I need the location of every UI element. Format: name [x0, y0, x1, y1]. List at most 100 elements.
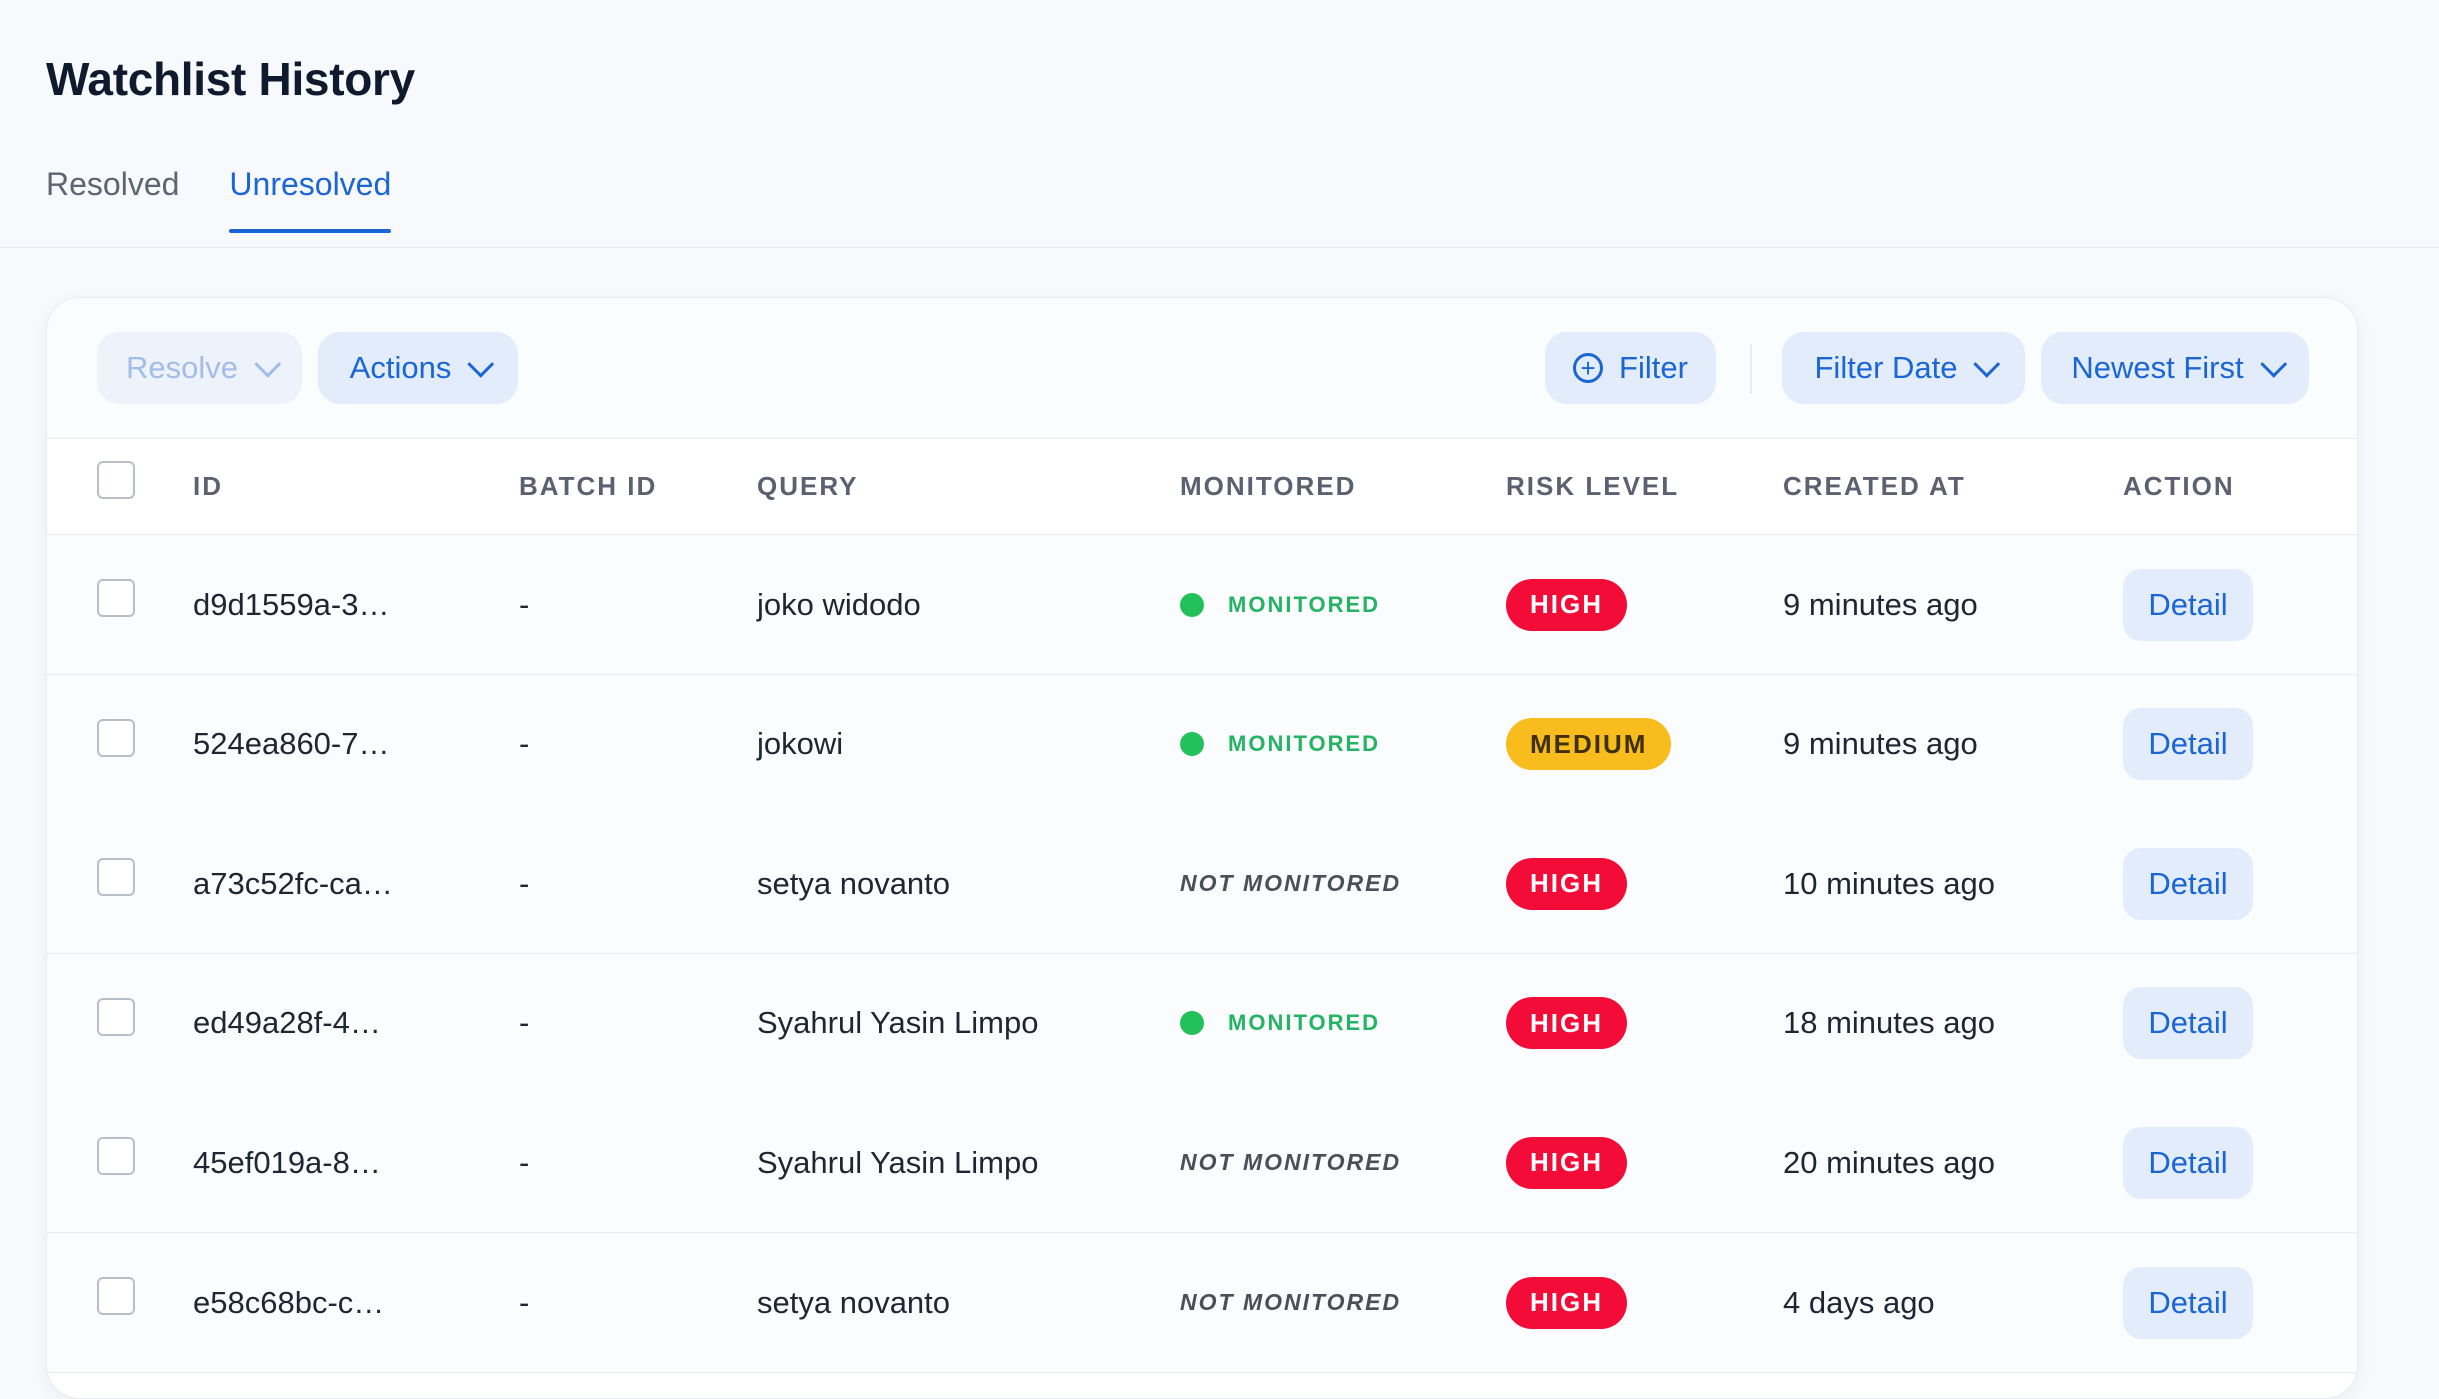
monitored-label: MONITORED [1228, 731, 1381, 757]
risk-level-badge: HIGH [1506, 1276, 1627, 1329]
risk-level-cell: HIGH [1506, 1093, 1627, 1232]
row-created-at: 18 minutes ago [1783, 1005, 1995, 1041]
risk-level-cell: MEDIUM [1506, 675, 1672, 814]
table-row: a73c52fc-ca… - setya novanto NOT MONITORED H… [47, 814, 2357, 955]
table-row: 524ea860-7… - jokowi MONITORED MEDIUM 9 minut… [47, 674, 2357, 815]
table-row: 45ef019a-8… - Syahrul Yasin Limpo NOT MONIT… [47, 1093, 2357, 1234]
row-batch-id: - [519, 1005, 530, 1041]
risk-level-cell: HIGH [1506, 1233, 1627, 1372]
column-header-query: QUERY [757, 471, 859, 501]
row-query: joko widodo [757, 586, 921, 622]
row-created-at: 10 minutes ago [1783, 865, 1995, 901]
chevron-down-icon [2259, 350, 2287, 378]
resolve-dropdown-button[interactable]: Resolve [97, 332, 302, 404]
status-dot-icon [1180, 732, 1204, 757]
row-query: Syahrul Yasin Limpo [757, 1144, 1039, 1180]
row-batch-id: - [519, 1284, 530, 1320]
row-checkbox[interactable] [97, 997, 135, 1036]
risk-level-cell: HIGH [1506, 954, 1627, 1093]
watchlist-table-card: Resolve Actions + Filter Filter Date New… [46, 297, 2358, 1399]
row-action-cell: Detail [2123, 954, 2253, 1093]
row-query: Syahrul Yasin Limpo [757, 1005, 1039, 1041]
actions-dropdown-button[interactable]: Actions [318, 332, 518, 404]
risk-level-badge: HIGH [1506, 997, 1627, 1050]
row-batch-id: - [519, 1144, 530, 1180]
row-id: e58c68bc-c… [193, 1284, 385, 1320]
monitored-label: MONITORED [1228, 1010, 1381, 1036]
detail-button[interactable]: Detail [2123, 1266, 2253, 1339]
row-created-at: 20 minutes ago [1783, 1144, 1995, 1180]
toolbar-divider [1750, 344, 1752, 394]
resolve-button-label: Resolve [126, 350, 238, 385]
risk-level-cell: HIGH [1506, 535, 1627, 674]
chevron-down-icon [467, 350, 495, 378]
tab-divider [0, 247, 2439, 248]
sort-label: Newest First [2071, 350, 2244, 385]
row-action-cell: Detail [2123, 1233, 2253, 1372]
plus-circle-icon: + [1573, 353, 1604, 383]
sort-dropdown-button[interactable]: Newest First [2041, 332, 2309, 404]
risk-level-badge: MEDIUM [1506, 718, 1672, 771]
actions-button-label: Actions [349, 350, 452, 385]
monitored-status: MONITORED [1180, 675, 1380, 814]
row-batch-id: - [519, 865, 530, 901]
row-id: a73c52fc-ca… [193, 865, 393, 901]
row-action-cell: Detail [2123, 1093, 2253, 1232]
filter-date-dropdown-button[interactable]: Filter Date [1782, 332, 2025, 404]
filter-button[interactable]: + Filter [1545, 332, 1716, 404]
row-checkbox[interactable] [97, 1277, 135, 1315]
row-action-cell: Detail [2123, 814, 2253, 953]
tab-unresolved[interactable]: Unresolved [229, 160, 391, 233]
risk-level-cell: HIGH [1506, 814, 1627, 953]
chevron-down-icon [1973, 350, 2001, 378]
table-row: d9d1559a-3… - joko widodo MONITORED HIGH 9 mi… [47, 535, 2357, 675]
detail-button[interactable]: Detail [2123, 568, 2253, 641]
detail-button[interactable]: Detail [2123, 708, 2253, 781]
row-checkbox[interactable] [97, 718, 135, 757]
column-header-id: ID [193, 471, 223, 501]
risk-level-badge: HIGH [1506, 578, 1627, 631]
row-action-cell: Detail [2123, 675, 2253, 814]
row-id: 524ea860-7… [193, 726, 390, 762]
not-monitored-status: NOT MONITORED [1180, 1289, 1402, 1315]
chevron-down-icon [254, 350, 282, 378]
row-query: setya novanto [757, 865, 951, 901]
detail-button[interactable]: Detail [2123, 1126, 2253, 1199]
page-title: Watchlist History [46, 53, 415, 105]
not-monitored-status: NOT MONITORED [1180, 1149, 1402, 1176]
status-dot-icon [1180, 592, 1204, 617]
column-header-action: ACTION [2123, 471, 2235, 501]
status-dot-icon [1180, 1011, 1204, 1036]
row-checkbox[interactable] [97, 579, 135, 617]
monitored-label: MONITORED [1228, 591, 1381, 617]
filter-button-label: Filter [1619, 350, 1688, 385]
risk-level-badge: HIGH [1506, 857, 1627, 910]
detail-button[interactable]: Detail [2123, 987, 2253, 1060]
row-id: 45ef019a-8… [193, 1144, 381, 1180]
row-created-at: 9 minutes ago [1783, 726, 1978, 762]
row-checkbox[interactable] [97, 1137, 135, 1176]
row-action-cell: Detail [2123, 535, 2253, 674]
not-monitored-status: NOT MONITORED [1180, 870, 1402, 897]
row-id: d9d1559a-3… [193, 586, 390, 622]
detail-button[interactable]: Detail [2123, 847, 2253, 920]
row-query: setya novanto [757, 1284, 951, 1320]
column-header-created-at: CREATED AT [1783, 471, 1966, 501]
row-batch-id: - [519, 726, 530, 762]
tab-resolved[interactable]: Resolved [46, 160, 179, 233]
row-batch-id: - [519, 586, 530, 622]
tab-bar: Resolved Unresolved [46, 160, 441, 233]
table-toolbar: Resolve Actions + Filter Filter Date New… [47, 298, 2357, 439]
row-query: jokowi [757, 726, 844, 762]
select-all-checkbox[interactable] [97, 461, 135, 499]
row-created-at: 9 minutes ago [1783, 586, 1978, 622]
table-row: ed49a28f-4… - Syahrul Yasin Limpo MONITORED… [47, 953, 2357, 1094]
monitored-status: MONITORED [1180, 954, 1380, 1093]
row-created-at: 4 days ago [1783, 1284, 1935, 1320]
table-header-row: ID BATCH ID QUERY MONITORED RISK LEVEL C… [47, 439, 2357, 535]
column-header-monitored: MONITORED [1180, 471, 1357, 501]
filter-date-label: Filter Date [1814, 350, 1958, 385]
row-checkbox[interactable] [97, 858, 135, 897]
row-id: ed49a28f-4… [193, 1005, 381, 1041]
column-header-batch-id: BATCH ID [519, 471, 658, 501]
